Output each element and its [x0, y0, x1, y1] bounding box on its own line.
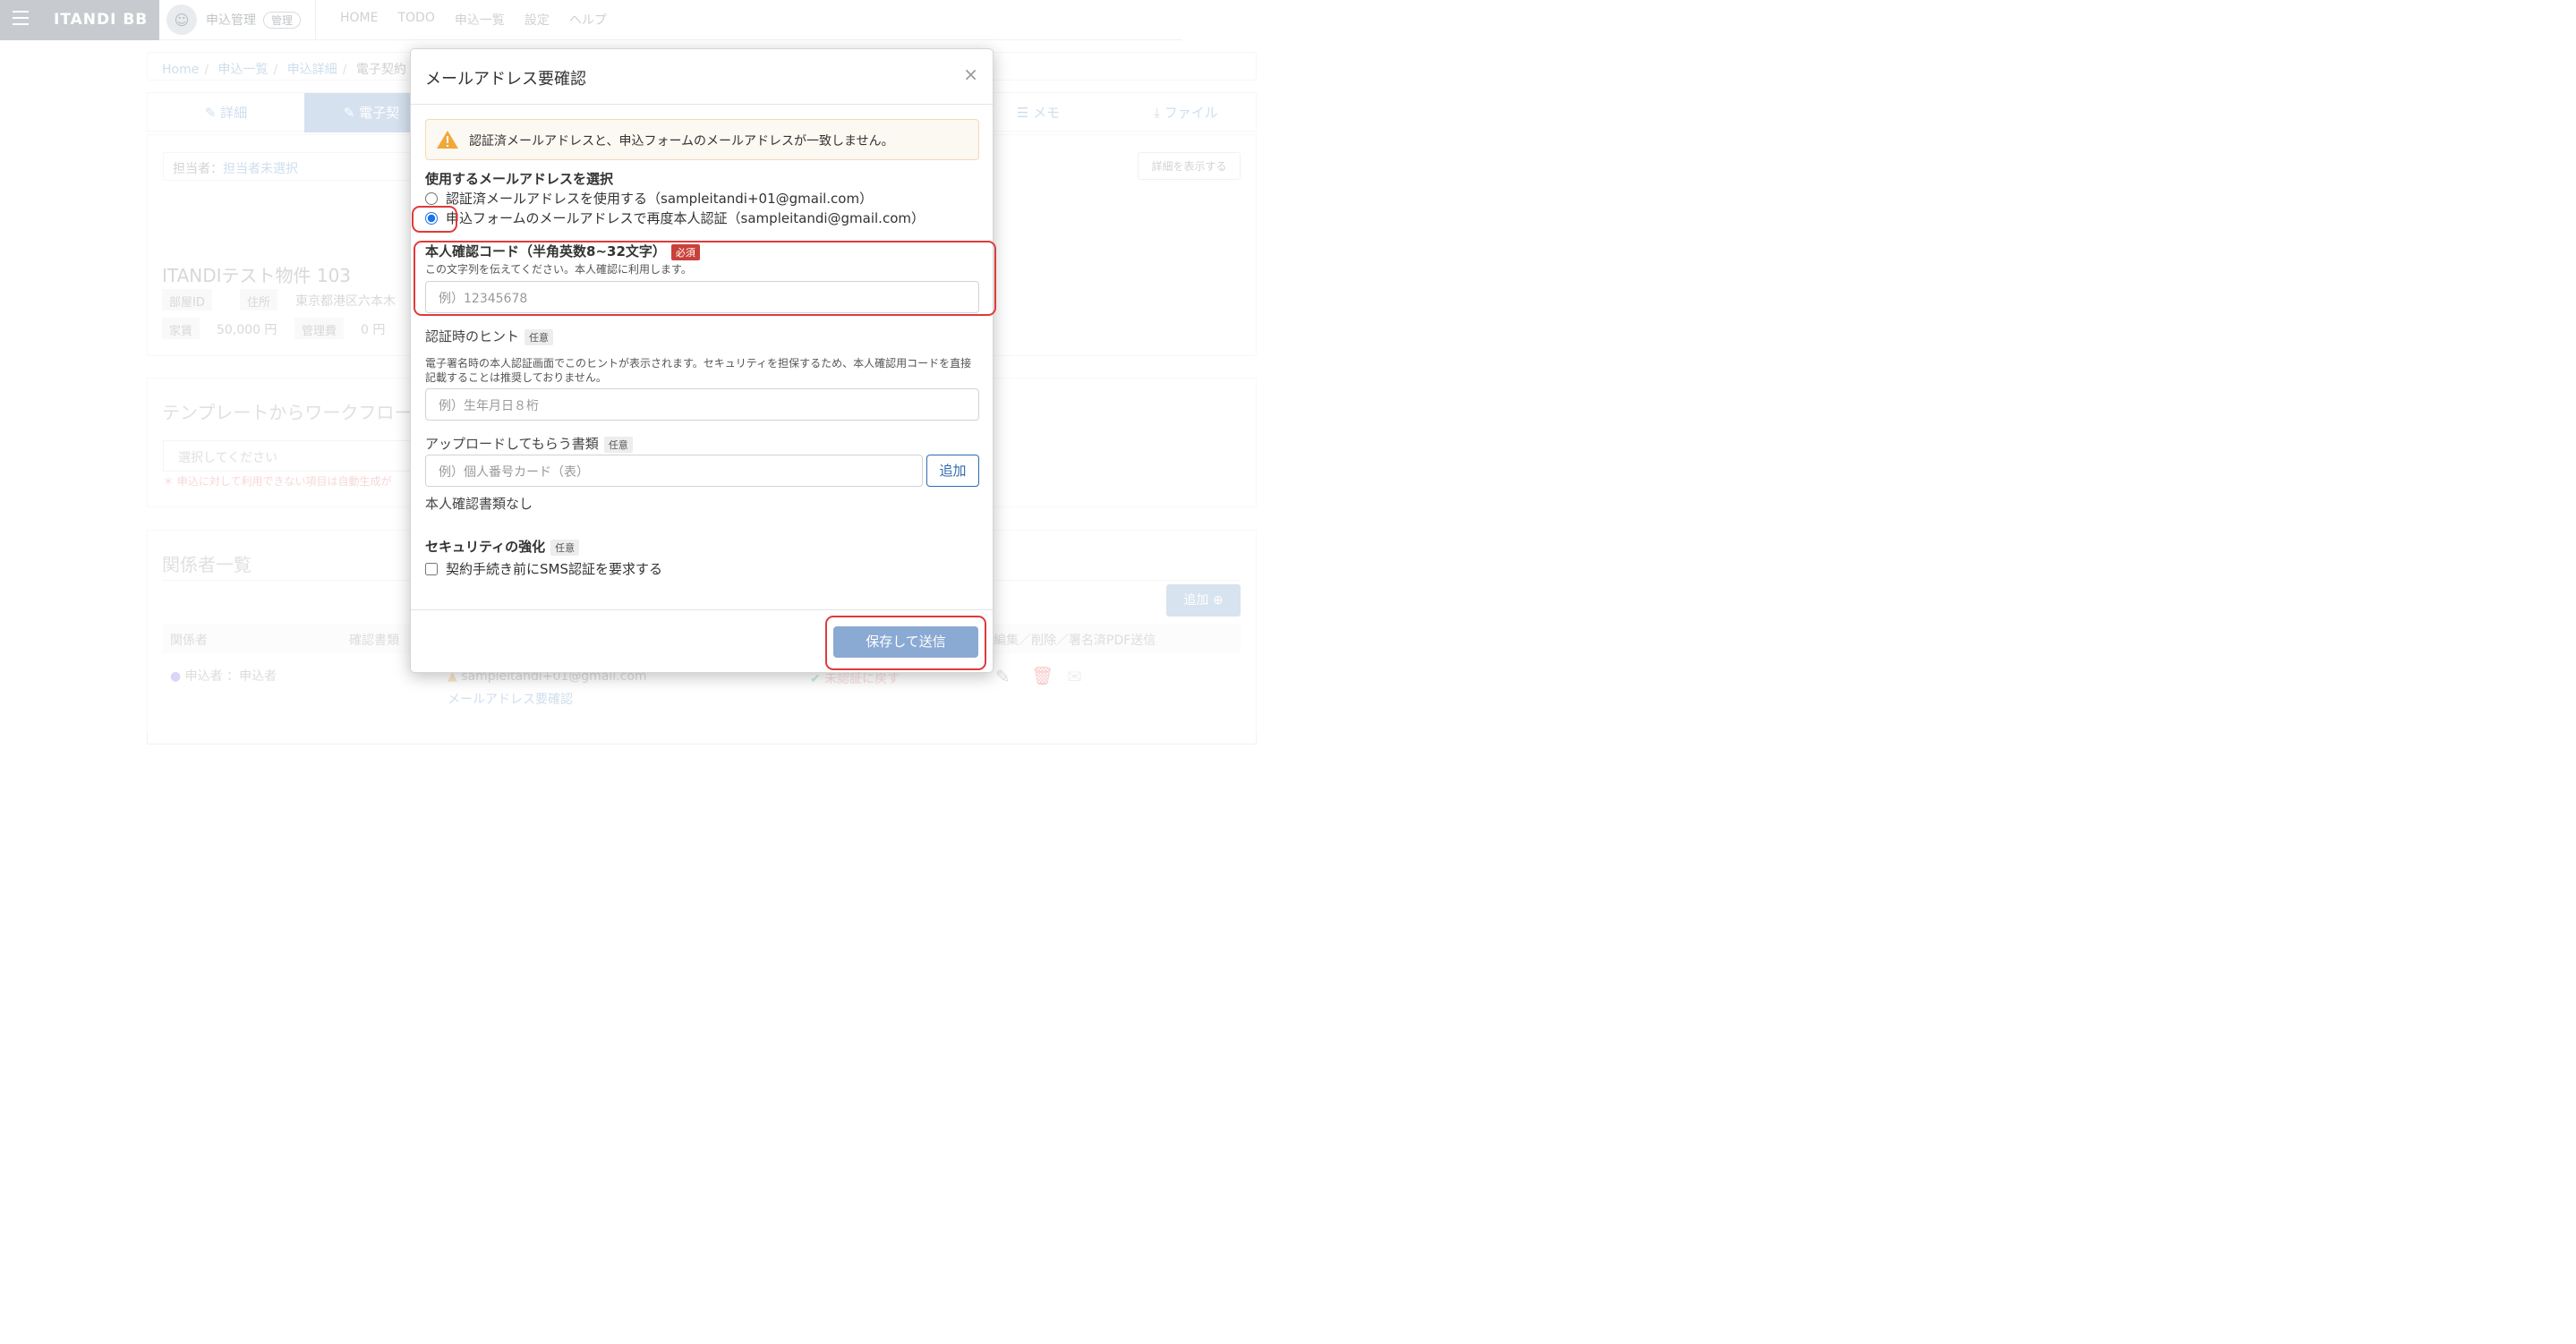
hint-help: 電子署名時の本人認証画面でこのヒントが表示されます。セキュリティを担保するため、…	[425, 357, 972, 384]
sms-checkbox-row[interactable]: 契約手続き前にSMS認証を要求する	[425, 559, 662, 578]
security-label: セキュリティの強化 任意	[425, 537, 580, 556]
annotation-highlight-submit	[825, 616, 986, 670]
docs-add-button[interactable]: 追加	[926, 455, 979, 487]
warning-icon	[437, 131, 458, 149]
optional-badge: 任意	[525, 328, 554, 345]
optional-badge: 任意	[603, 436, 633, 453]
email-select-label: 使用するメールアドレスを選択	[425, 171, 614, 187]
alert-text: 認証済メールアドレスと、申込フォームのメールアドレスが一致しません。	[469, 134, 894, 149]
radio-verified-email[interactable]: 認証済メールアドレスを使用する（sampleitandi+01@gmail.co…	[425, 189, 873, 208]
close-icon[interactable]: ×	[963, 64, 978, 85]
hint-input[interactable]: 例）生年月日８桁	[425, 388, 979, 421]
sms-checkbox[interactable]	[425, 562, 438, 575]
no-docs-text: 本人確認書類なし	[425, 496, 533, 512]
modal-header: メールアドレス要確認 ×	[411, 49, 993, 105]
docs-label: アップロードしてもらう書類 任意	[425, 434, 633, 453]
annotation-highlight-radio	[412, 206, 457, 233]
radio-form-email[interactable]: 申込フォームのメールアドレスで再度本人認証（sampleitandi@gmail…	[425, 208, 925, 227]
radio-verified-input[interactable]	[425, 191, 438, 205]
email-confirm-modal: メールアドレス要確認 × 認証済メールアドレスと、申込フォームのメールアドレスが…	[410, 48, 994, 673]
docs-input[interactable]: 例）個人番号カード（表）	[425, 455, 923, 487]
optional-badge: 任意	[550, 539, 580, 556]
mismatch-alert: 認証済メールアドレスと、申込フォームのメールアドレスが一致しません。	[425, 119, 979, 160]
hint-label: 認証時のヒント 任意	[425, 327, 554, 345]
annotation-highlight-code	[414, 241, 996, 316]
modal-title: メールアドレス要確認	[425, 70, 586, 89]
modal-footer-divider	[411, 609, 993, 610]
